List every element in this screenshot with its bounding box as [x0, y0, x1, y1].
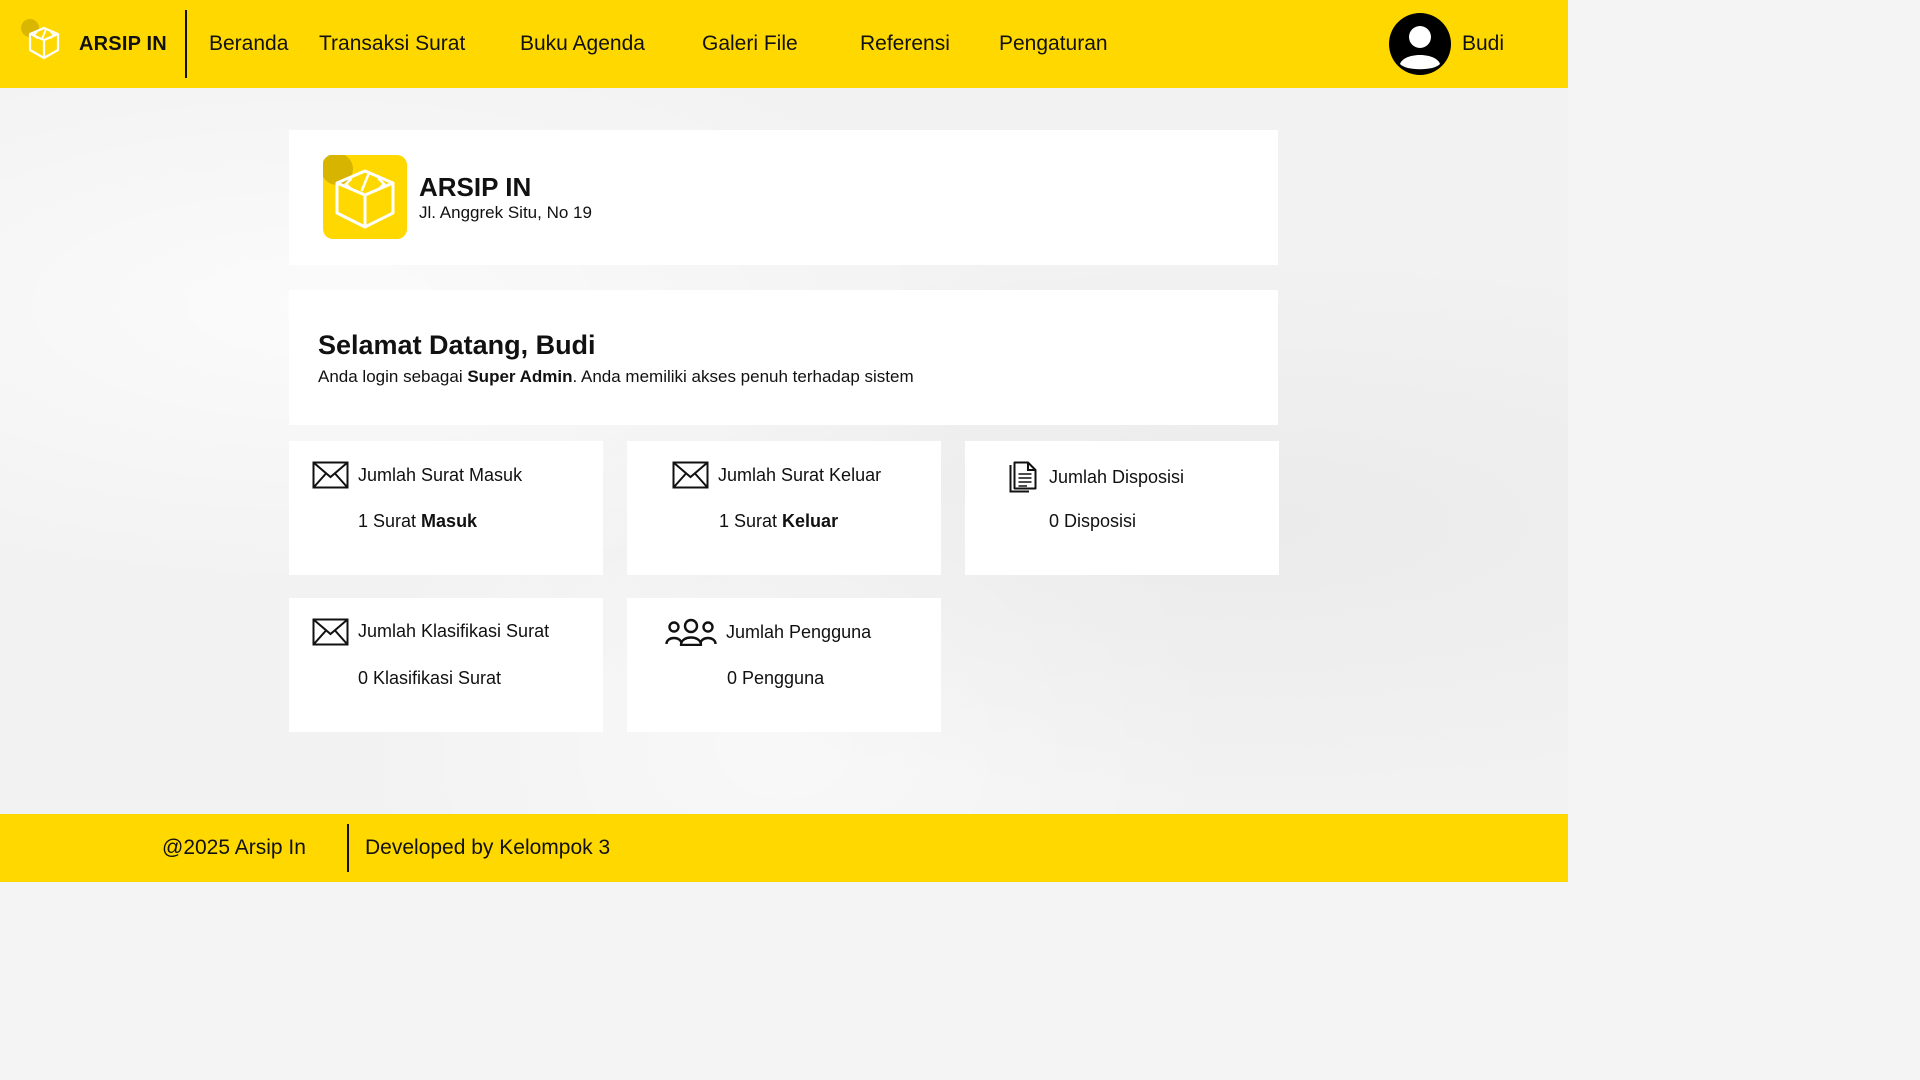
organization-card: ARSIP IN Jl. Anggrek Situ, No 19	[289, 130, 1278, 265]
organization-name: ARSIP IN	[419, 172, 532, 202]
envelope-icon	[312, 461, 349, 489]
stat-label: Jumlah Surat Keluar	[718, 465, 882, 485]
nav-item-referensi[interactable]: Referensi	[860, 32, 950, 56]
envelope-icon	[312, 618, 349, 646]
nav-item-beranda[interactable]: Beranda	[209, 32, 288, 56]
envelope-icon	[672, 461, 709, 489]
nav-item-pengaturan[interactable]: Pengaturan	[999, 32, 1108, 56]
stat-value-text: 1 Surat	[719, 511, 783, 531]
stat-label: Jumlah Klasifikasi Surat	[358, 621, 550, 641]
welcome-subtitle-prefix: Anda login sebagai	[318, 367, 468, 386]
stat-value-text: 0 Klasifikasi Surat	[358, 668, 502, 688]
stat-value-bold: Keluar	[782, 511, 839, 531]
footer-divider	[347, 824, 349, 872]
stat-value-text: 0 Disposisi	[1049, 511, 1137, 531]
stat-value: 0 Pengguna	[727, 668, 824, 689]
welcome-card: Selamat Datang, Budi Anda login sebagai …	[289, 290, 1278, 425]
app-logo-icon[interactable]	[20, 18, 68, 66]
nav-item-buku-agenda[interactable]: Buku Agenda	[520, 32, 645, 56]
welcome-subtitle: Anda login sebagai Super Admin. Anda mem…	[318, 367, 914, 387]
stat-value-text: 0 Pengguna	[727, 668, 825, 688]
stat-card-surat-masuk[interactable]: Jumlah Surat Masuk 1 Surat Masuk	[289, 441, 603, 575]
footer: @2025 Arsip In Developed by Kelompok 3	[0, 814, 1568, 882]
stat-value: 1 Surat Masuk	[358, 511, 477, 532]
stat-card-klasifikasi-surat[interactable]: Jumlah Klasifikasi Surat 0 Klasifikasi S…	[289, 598, 603, 732]
top-navbar: ARSIP IN Beranda Transaksi Surat Buku Ag…	[0, 0, 1568, 88]
stat-value: 0 Disposisi	[1049, 511, 1136, 532]
brand-divider	[185, 10, 187, 78]
nav-item-galeri-file[interactable]: Galeri File	[702, 32, 798, 56]
footer-developer: Developed by Kelompok 3	[365, 836, 611, 859]
welcome-title: Selamat Datang, Budi	[318, 330, 596, 360]
user-circle-icon[interactable]	[1388, 12, 1452, 76]
document-icon	[1009, 461, 1037, 493]
stat-card-disposisi[interactable]: Jumlah Disposisi 0 Disposisi	[965, 441, 1279, 575]
stat-card-surat-keluar[interactable]: Jumlah Surat Keluar 1 Surat Keluar	[627, 441, 941, 575]
welcome-subtitle-suffix: . Anda memiliki akses penuh terhadap sis…	[572, 367, 914, 386]
footer-copyright: @2025 Arsip In	[162, 836, 306, 859]
stat-label: Jumlah Pengguna	[726, 622, 872, 642]
user-name[interactable]: Budi	[1462, 32, 1504, 56]
stat-value: 0 Klasifikasi Surat	[358, 668, 501, 689]
users-group-icon	[665, 618, 717, 646]
stat-card-pengguna[interactable]: Jumlah Pengguna 0 Pengguna	[627, 598, 941, 732]
organization-address: Jl. Anggrek Situ, No 19	[419, 203, 592, 222]
user-role: Super Admin	[467, 367, 573, 386]
brand-name[interactable]: ARSIP IN	[79, 33, 167, 56]
stat-value-bold: Masuk	[421, 511, 478, 531]
stat-value: 1 Surat Keluar	[719, 511, 838, 532]
organization-logo-icon	[323, 155, 407, 239]
stat-label: Jumlah Surat Masuk	[358, 465, 523, 485]
nav-item-transaksi-surat[interactable]: Transaksi Surat	[319, 32, 465, 56]
stat-value-text: 1 Surat	[358, 511, 422, 531]
stat-label: Jumlah Disposisi	[1049, 467, 1185, 487]
